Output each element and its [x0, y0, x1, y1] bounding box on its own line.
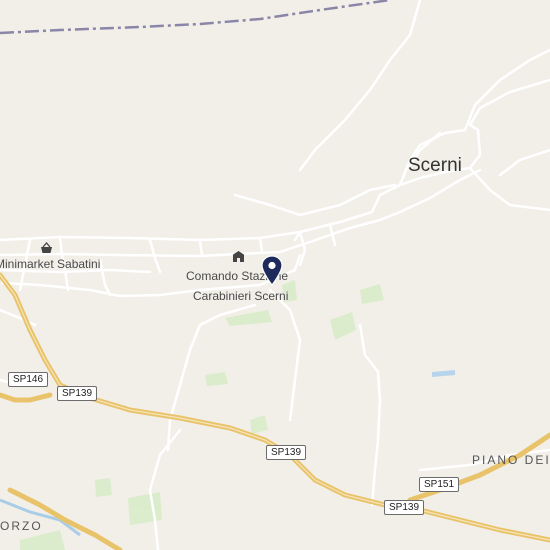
road-shield-sp151: SP151: [419, 477, 460, 492]
town-label-scerni: Scerni: [408, 155, 462, 176]
police-station-icon[interactable]: [232, 250, 245, 268]
location-pin-icon[interactable]: [261, 255, 283, 291]
area-label-orzo: ORZO: [0, 519, 43, 533]
road-shield-sp146: SP146: [8, 372, 49, 387]
road-shield-sp139-west: SP139: [57, 386, 98, 401]
area-label-piano-dei: PIANO DEI: [472, 453, 550, 467]
poi-label-carabinieri-line2[interactable]: Carabinieri Scerni: [193, 289, 288, 303]
road-shield-sp139-east: SP139: [384, 500, 425, 515]
road-shield-sp139-center: SP139: [266, 445, 307, 460]
map-canvas[interactable]: Scerni PIANO DEI ORZO Minimarket Sabatin…: [0, 0, 550, 550]
poi-label-minimarket[interactable]: Minimarket Sabatini: [0, 257, 100, 271]
